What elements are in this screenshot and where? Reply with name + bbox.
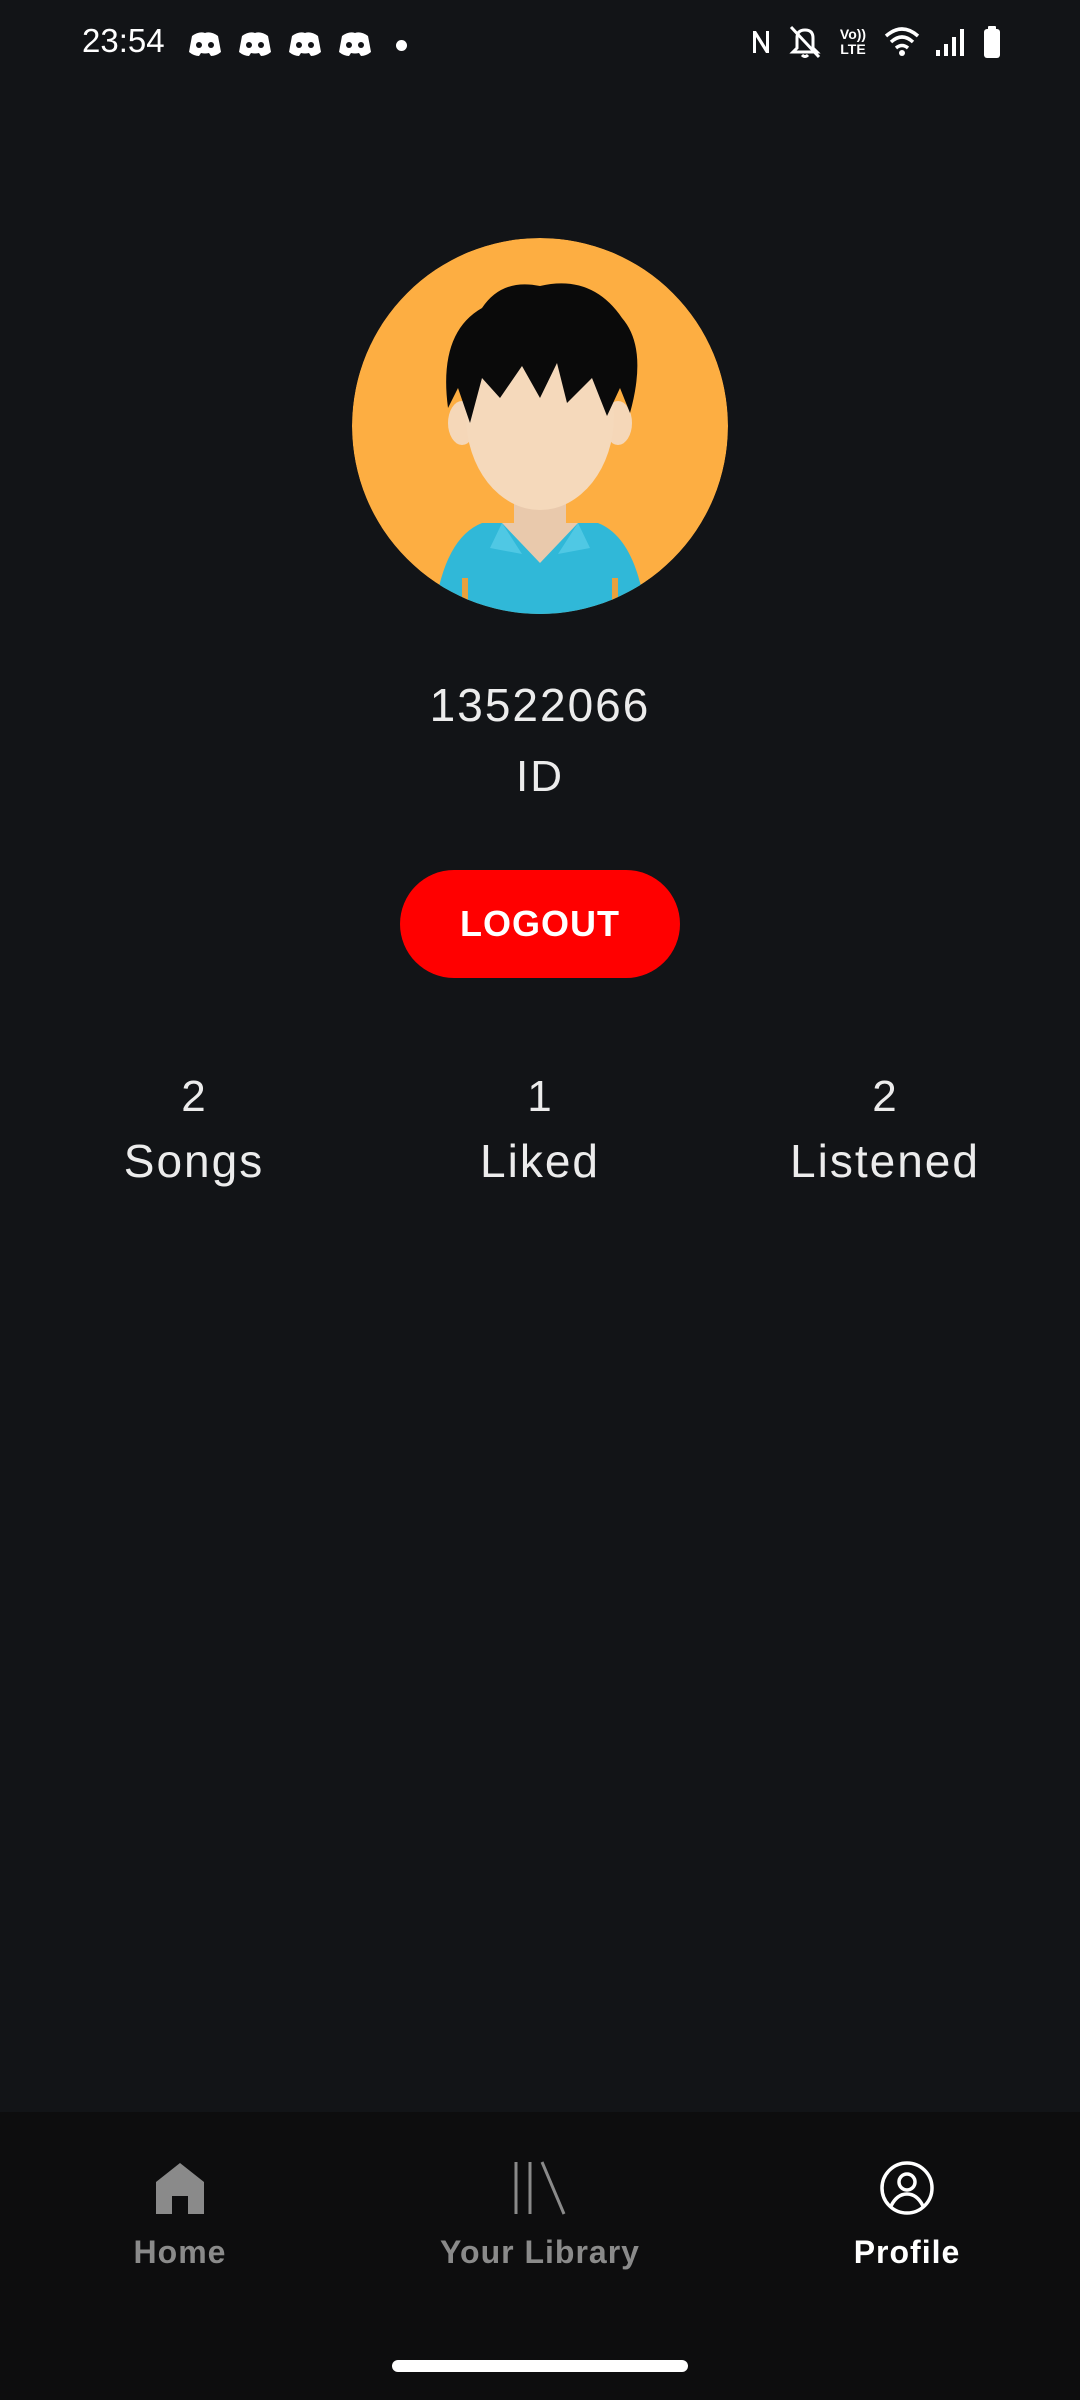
- volte-icon: Vo)) LTE: [839, 26, 867, 57]
- signal-icon: [936, 29, 964, 56]
- bottom-nav: Home Your Library Profile: [0, 2112, 1080, 2400]
- status-bar: 23:54 Vo)) LTE: [0, 0, 1080, 90]
- stat-liked-label: Liked: [480, 1135, 600, 1187]
- system-icons: Vo)) LTE: [748, 24, 1002, 60]
- nav-label-profile: Profile: [853, 2234, 961, 2270]
- battery-icon: [984, 26, 1000, 58]
- stat-songs-value: 2: [181, 1072, 207, 1121]
- status-time: 23:54: [82, 22, 165, 59]
- discord-icon: [289, 32, 321, 56]
- nav-label-home: Home: [133, 2234, 227, 2270]
- stat-songs-label: Songs: [123, 1135, 265, 1187]
- stat-listened-value: 2: [872, 1072, 898, 1121]
- library-icon: [514, 2161, 566, 2215]
- nav-item-profile[interactable]: Profile: [727, 2160, 1080, 2320]
- stat-songs: 2 Songs: [24, 1068, 364, 1196]
- bell-off-icon: [789, 25, 821, 59]
- notification-icons: [186, 28, 407, 62]
- nav-item-library[interactable]: Your Library: [360, 2160, 720, 2320]
- profile-icon: [880, 2161, 934, 2215]
- nav-item-home[interactable]: Home: [0, 2160, 360, 2320]
- avatar: [352, 238, 728, 614]
- home-icon: [156, 2163, 204, 2214]
- wifi-icon: [884, 27, 920, 56]
- dot-icon: [396, 39, 407, 51]
- nav-label-library: Your Library: [440, 2234, 640, 2270]
- discord-icon: [189, 32, 221, 56]
- discord-icon: [239, 32, 271, 56]
- home-indicator[interactable]: [392, 2360, 688, 2372]
- logout-button[interactable]: LOGOUT: [400, 870, 680, 978]
- discord-icon: [339, 32, 371, 56]
- user-id-label: ID: [516, 752, 564, 801]
- profile-screen: 23:54 Vo)) LTE 13522066 ID LOGOUT 2 Song…: [0, 0, 1080, 2400]
- stat-liked: 1 Liked: [370, 1068, 710, 1196]
- stat-listened: 2 Listened: [715, 1068, 1055, 1196]
- nfc-icon: [753, 31, 769, 53]
- stat-liked-value: 1: [527, 1072, 553, 1121]
- user-id: 13522066: [429, 679, 651, 731]
- stat-listened-label: Listened: [790, 1135, 980, 1187]
